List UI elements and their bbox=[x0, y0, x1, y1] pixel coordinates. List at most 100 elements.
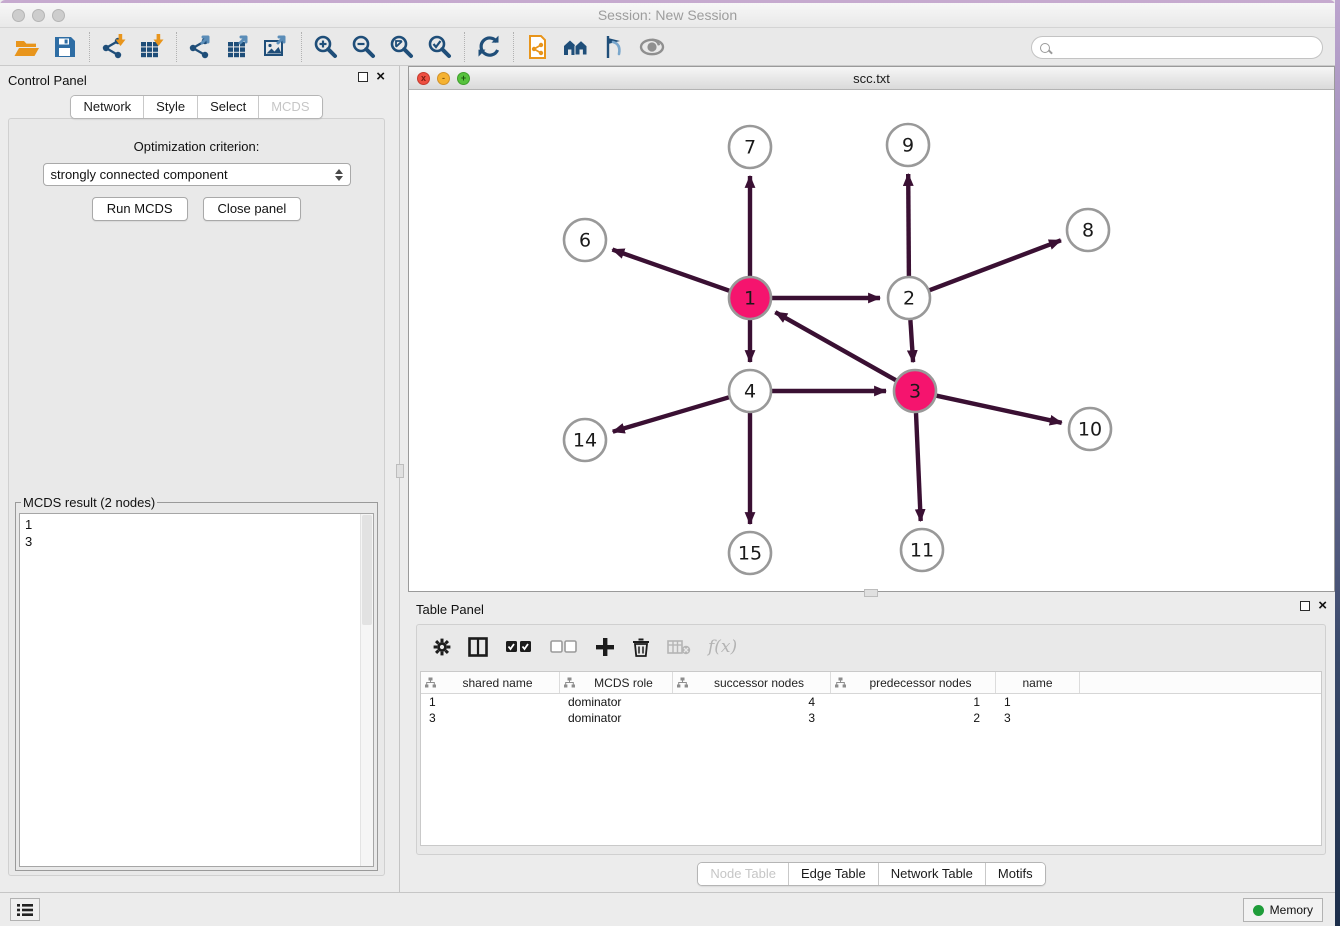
import-table-button[interactable] bbox=[133, 31, 171, 63]
mcds-result-text[interactable]: 13 bbox=[19, 513, 374, 867]
select-all-columns-button[interactable] bbox=[505, 638, 533, 655]
unselect-all-columns-button[interactable] bbox=[550, 638, 578, 655]
table-cell[interactable]: 1 bbox=[831, 694, 996, 710]
list-icon bbox=[17, 903, 33, 917]
network-canvas[interactable]: 7 9 6 8 1 2 4 3 14 10 15 11 bbox=[409, 90, 1334, 591]
import-network-button[interactable] bbox=[95, 31, 133, 63]
edge-2-9[interactable] bbox=[908, 174, 909, 276]
delete-columns-icon bbox=[632, 637, 650, 657]
node-10[interactable]: 10 bbox=[1069, 408, 1111, 450]
node-6[interactable]: 6 bbox=[564, 219, 606, 261]
node-9[interactable]: 9 bbox=[887, 124, 929, 166]
node-2[interactable]: 2 bbox=[888, 277, 930, 319]
node-14[interactable]: 14 bbox=[564, 419, 606, 461]
network-graph[interactable]: 7 9 6 8 1 2 4 3 14 10 15 11 bbox=[409, 90, 1334, 591]
column-header-shared-name[interactable]: shared name bbox=[421, 672, 560, 693]
float-table-panel-icon[interactable] bbox=[1300, 601, 1310, 611]
edge-4-14[interactable] bbox=[613, 397, 729, 431]
table-mode-gear-button[interactable] bbox=[433, 638, 451, 656]
apply-layout-button[interactable] bbox=[470, 31, 508, 63]
table-cell[interactable]: 2 bbox=[831, 710, 996, 726]
edge-3-10[interactable] bbox=[937, 396, 1062, 423]
zoom-out-button[interactable] bbox=[345, 31, 383, 63]
table-cell[interactable]: 3 bbox=[996, 710, 1080, 726]
table-cell[interactable]: dominator bbox=[560, 694, 673, 710]
export-network-button[interactable] bbox=[182, 31, 220, 63]
table-cell[interactable]: 4 bbox=[673, 694, 831, 710]
export-table-button[interactable] bbox=[220, 31, 258, 63]
edge-3-11[interactable] bbox=[916, 413, 921, 521]
table-cell[interactable]: 1 bbox=[421, 694, 560, 710]
search-input[interactable] bbox=[1056, 41, 1314, 55]
result-line: 1 bbox=[25, 516, 368, 533]
node-7[interactable]: 7 bbox=[729, 126, 771, 168]
table-cell[interactable]: dominator bbox=[560, 710, 673, 726]
close-panel-icon[interactable]: × bbox=[376, 72, 385, 82]
graphics-details-button[interactable] bbox=[595, 31, 633, 63]
tab-node-table[interactable]: Node Table bbox=[698, 863, 788, 885]
node-15[interactable]: 15 bbox=[729, 532, 771, 574]
new-network-from-selection-button[interactable] bbox=[519, 31, 557, 63]
optimization-criterion-select[interactable]: strongly connected component bbox=[43, 163, 351, 186]
node-table[interactable]: shared nameMCDS role successor nodes prede… bbox=[420, 671, 1322, 846]
node-11[interactable]: 11 bbox=[901, 529, 943, 571]
first-neighbors-button[interactable] bbox=[557, 31, 595, 63]
apply-layout-icon bbox=[476, 34, 502, 60]
node-3[interactable]: 3 bbox=[894, 370, 936, 412]
export-image-button[interactable] bbox=[258, 31, 296, 63]
network-zoom-icon[interactable]: + bbox=[457, 72, 470, 85]
open-session-button[interactable] bbox=[8, 31, 46, 63]
vertical-splitter-handle[interactable] bbox=[396, 464, 404, 478]
export-table-icon bbox=[226, 34, 252, 60]
edge-2-8[interactable] bbox=[930, 240, 1061, 290]
tab-network-table[interactable]: Network Table bbox=[878, 863, 985, 885]
table-cell[interactable]: 1 bbox=[996, 694, 1080, 710]
edge-2-3[interactable] bbox=[910, 320, 913, 362]
node-label: 10 bbox=[1078, 419, 1102, 441]
run-mcds-button[interactable]: Run MCDS bbox=[92, 197, 188, 221]
node-8[interactable]: 8 bbox=[1067, 209, 1109, 251]
memory-label: Memory bbox=[1270, 903, 1313, 917]
result-scrollbar[interactable] bbox=[360, 514, 373, 866]
float-panel-icon[interactable] bbox=[358, 72, 368, 82]
edge-1-6[interactable] bbox=[612, 250, 729, 291]
edge-3-1[interactable] bbox=[775, 312, 896, 380]
delete-columns-button[interactable] bbox=[632, 637, 650, 657]
result-scrollbar-thumb[interactable] bbox=[362, 515, 372, 625]
vertical-splitter[interactable] bbox=[393, 66, 408, 892]
table-row[interactable]: 3dominator323 bbox=[421, 710, 1321, 726]
zoom-in-button[interactable] bbox=[307, 31, 345, 63]
close-panel-button[interactable]: Close panel bbox=[203, 197, 302, 221]
table-cell[interactable]: 3 bbox=[673, 710, 831, 726]
zoom-fit-content-button[interactable] bbox=[383, 31, 421, 63]
show-column-button[interactable] bbox=[468, 637, 488, 657]
memory-button[interactable]: Memory bbox=[1243, 898, 1323, 922]
table-cell[interactable]: 3 bbox=[421, 710, 560, 726]
tab-motifs[interactable]: Motifs bbox=[985, 863, 1045, 885]
show-hide-button[interactable] bbox=[633, 31, 671, 63]
automation-panel-button[interactable] bbox=[10, 898, 40, 921]
tab-edge-table[interactable]: Edge Table bbox=[788, 863, 878, 885]
zoom-window-icon[interactable] bbox=[52, 9, 65, 22]
tab-select[interactable]: Select bbox=[197, 96, 258, 118]
tab-style[interactable]: Style bbox=[143, 96, 197, 118]
close-table-panel-icon[interactable]: × bbox=[1318, 601, 1327, 611]
network-minimize-icon[interactable]: - bbox=[437, 72, 450, 85]
tab-network[interactable]: Network bbox=[71, 96, 143, 118]
search-box[interactable] bbox=[1031, 36, 1323, 59]
create-column-button[interactable] bbox=[595, 637, 615, 657]
node-4[interactable]: 4 bbox=[729, 370, 771, 412]
save-session-button[interactable] bbox=[46, 31, 84, 63]
node-1[interactable]: 1 bbox=[729, 277, 771, 319]
tab-mcds[interactable]: MCDS bbox=[258, 96, 321, 118]
column-header-predecessor-nodes[interactable]: predecessor nodes bbox=[831, 672, 996, 693]
close-window-icon[interactable] bbox=[12, 9, 25, 22]
column-header-successor-nodes[interactable]: successor nodes bbox=[673, 672, 831, 693]
minimize-window-icon[interactable] bbox=[32, 9, 45, 22]
column-header-name[interactable]: name bbox=[996, 672, 1080, 693]
column-label: successor nodes bbox=[692, 676, 826, 690]
column-header-MCDS-role[interactable]: MCDS role bbox=[560, 672, 673, 693]
table-row[interactable]: 1dominator411 bbox=[421, 694, 1321, 710]
network-close-icon[interactable]: x bbox=[417, 72, 430, 85]
zoom-selected-button[interactable] bbox=[421, 31, 459, 63]
